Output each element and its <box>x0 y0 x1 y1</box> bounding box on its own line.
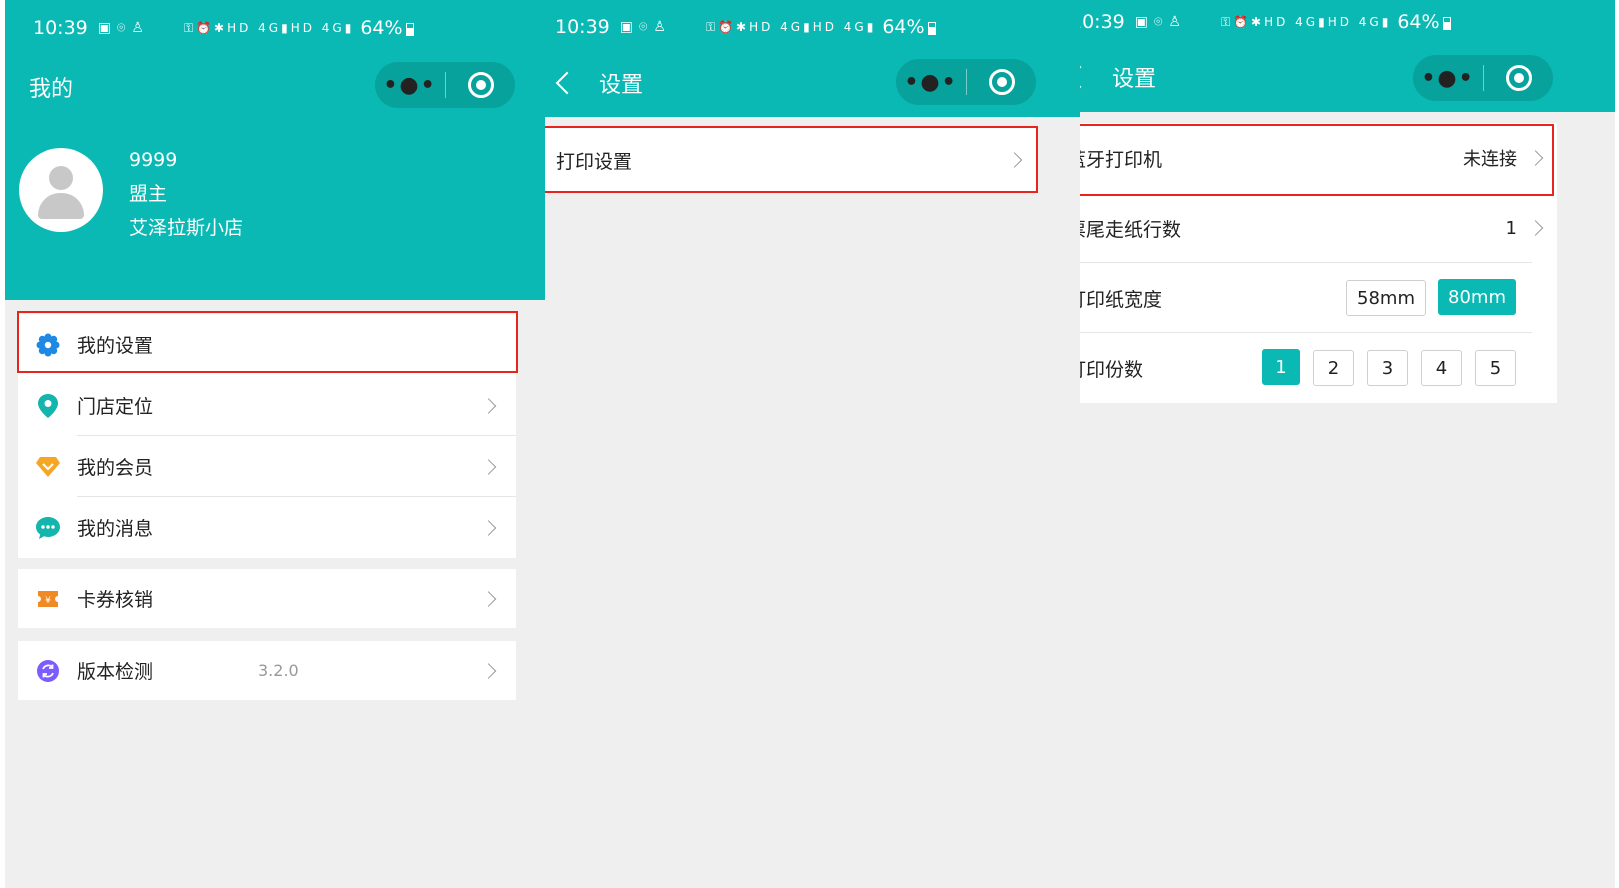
chevron-right-icon <box>1527 150 1544 166</box>
menu-item-version-check[interactable]: 版本检测 3.2.0 <box>18 641 516 700</box>
feed-lines-label: 票尾走纸行数 <box>1080 218 1182 241</box>
chevron-right-icon <box>480 662 497 679</box>
chevron-right-icon <box>1527 220 1544 236</box>
page-title: 设置 <box>1112 67 1157 92</box>
menu-item-store-location[interactable]: 门店定位 <box>18 375 516 436</box>
print-copies-row: 打印份数 1 2 3 4 5 <box>1080 333 1557 403</box>
coupon-menu: ¥ 卡券核销 <box>18 569 516 628</box>
print-copies-label: 打印份数 <box>1080 358 1144 381</box>
menu-item-label: 我的设置 <box>77 335 154 357</box>
copies-option-2[interactable]: 2 <box>1313 350 1354 386</box>
menu-item-my-messages[interactable]: 我的消息 <box>18 497 516 558</box>
copies-option-5[interactable]: 5 <box>1475 350 1516 386</box>
status-time: 10:39 <box>555 16 610 38</box>
mini-program-capsule: •●• <box>375 62 515 108</box>
print-settings-label: 打印设置 <box>556 150 633 173</box>
bluetooth-printer-label: 蓝牙打印机 <box>1080 148 1163 171</box>
battery-level: 64% <box>1397 11 1440 33</box>
feed-lines-row[interactable]: 票尾走纸行数 1 <box>1080 193 1557 263</box>
back-arrow-icon[interactable] <box>1080 65 1092 89</box>
chevron-right-icon <box>480 397 497 414</box>
bluetooth-printer-row[interactable]: 蓝牙打印机 未连接 <box>1080 123 1557 193</box>
more-options-icon[interactable]: •●• <box>896 70 966 95</box>
print-settings-row[interactable]: 打印设置 <box>545 128 1038 192</box>
page-title: 我的 <box>29 77 74 102</box>
menu-item-label: 门店定位 <box>77 396 154 418</box>
battery-icon <box>1442 16 1451 30</box>
my-page-screen: 10:39 ▣⌾♙ ⚿⏰✱HD 4G▮HD 4G▮ 64% 我的 •●• 999… <box>5 0 545 888</box>
chevron-right-icon <box>1006 152 1023 168</box>
print-settings-screen: 10:39 ▣⌾♙ ⚿⏰✱HD 4G▮HD 4G▮ 64% 设置 •●• 蓝牙打… <box>1080 0 1615 888</box>
screenshot-collage: 10:39 ▣⌾♙ ⚿⏰✱HD 4G▮HD 4G▮ 64% 我的 •●• 999… <box>0 0 1619 888</box>
back-arrow-icon[interactable] <box>555 71 579 95</box>
feed-lines-value: 1 <box>1505 217 1517 239</box>
mini-program-capsule: •●• <box>896 59 1036 105</box>
printer-settings-list: 蓝牙打印机 未连接 票尾走纸行数 1 打印纸宽度 58mm 80mm 打印份数 … <box>1080 123 1557 403</box>
menu-item-my-members[interactable]: 我的会员 <box>18 436 516 497</box>
status-time: 10:39 <box>1080 11 1125 33</box>
battery-icon <box>927 21 936 35</box>
diamond-icon <box>35 454 61 480</box>
main-menu: 我的设置 门店定位 我的会员 我的消息 <box>18 314 516 558</box>
battery-icon <box>405 22 414 36</box>
system-icons: ⚿⏰✱HD 4G▮HD 4G▮ <box>1220 14 1392 29</box>
menu-item-label: 卡券核销 <box>77 589 154 611</box>
user-id: 9999 <box>129 149 178 171</box>
battery-level: 64% <box>360 17 403 39</box>
profile-header: 10:39 ▣⌾♙ ⚿⏰✱HD 4G▮HD 4G▮ 64% 我的 •●• 999… <box>5 0 545 300</box>
close-program-icon[interactable] <box>1484 65 1553 91</box>
mini-program-capsule: •●• <box>1413 55 1553 101</box>
ticket-icon: ¥ <box>35 586 61 612</box>
menu-item-label: 我的消息 <box>77 518 154 540</box>
version-number: 3.2.0 <box>258 661 299 680</box>
paper-width-row: 打印纸宽度 58mm 80mm <box>1080 263 1557 333</box>
store-name: 艾泽拉斯小店 <box>129 217 244 239</box>
more-options-icon[interactable]: •●• <box>1413 66 1483 91</box>
close-program-icon[interactable] <box>967 69 1036 95</box>
menu-item-my-settings[interactable]: 我的设置 <box>18 314 516 375</box>
menu-item-coupon-redeem[interactable]: ¥ 卡券核销 <box>18 569 516 628</box>
status-bar: 10:39 ▣⌾♙ ⚿⏰✱HD 4G▮HD 4G▮ 64% <box>1080 0 1615 44</box>
profile-info: 9999 盟主 艾泽拉斯小店 <box>129 143 243 245</box>
close-program-icon[interactable] <box>446 72 515 98</box>
menu-item-label: 我的会员 <box>77 457 154 479</box>
location-pin-icon <box>35 393 61 419</box>
chevron-right-icon <box>480 590 497 607</box>
header: 10:39 ▣⌾♙ ⚿⏰✱HD 4G▮HD 4G▮ 64% 设置 •●• <box>545 0 1080 117</box>
settings-screen: 10:39 ▣⌾♙ ⚿⏰✱HD 4G▮HD 4G▮ 64% 设置 •●• 打印设… <box>545 0 1080 888</box>
header: 10:39 ▣⌾♙ ⚿⏰✱HD 4G▮HD 4G▮ 64% 设置 •●• <box>1080 0 1615 112</box>
notification-icons: ▣⌾♙ <box>1134 14 1187 30</box>
svg-text:¥: ¥ <box>45 596 51 606</box>
chevron-right-icon <box>480 519 497 536</box>
system-icons: ⚿⏰✱HD 4G▮HD 4G▮ <box>183 20 355 35</box>
battery-level: 64% <box>882 16 925 38</box>
menu-item-label: 版本检测 <box>77 661 154 683</box>
paper-width-80mm-option[interactable]: 80mm <box>1438 279 1516 315</box>
user-role: 盟主 <box>129 183 168 205</box>
copies-option-1[interactable]: 1 <box>1262 349 1300 385</box>
refresh-icon <box>35 658 61 684</box>
paper-width-58mm-option[interactable]: 58mm <box>1346 280 1426 316</box>
status-time: 10:39 <box>33 17 88 39</box>
chevron-right-icon <box>480 458 497 475</box>
copies-option-4[interactable]: 4 <box>1421 350 1462 386</box>
gear-icon <box>35 332 61 358</box>
notification-icons: ▣⌾♙ <box>97 20 150 36</box>
bluetooth-status: 未连接 <box>1463 149 1517 170</box>
chat-bubble-icon <box>35 515 61 541</box>
copies-option-3[interactable]: 3 <box>1367 350 1408 386</box>
avatar[interactable] <box>19 148 103 232</box>
status-bar: 10:39 ▣⌾♙ ⚿⏰✱HD 4G▮HD 4G▮ 64% <box>5 0 545 56</box>
notification-icons: ▣⌾♙ <box>619 19 672 35</box>
more-options-icon[interactable]: •●• <box>375 73 445 98</box>
page-title: 设置 <box>599 73 644 98</box>
paper-width-label: 打印纸宽度 <box>1080 288 1163 311</box>
status-bar: 10:39 ▣⌾♙ ⚿⏰✱HD 4G▮HD 4G▮ 64% <box>545 0 1080 54</box>
system-icons: ⚿⏰✱HD 4G▮HD 4G▮ <box>705 19 877 34</box>
version-menu: 版本检测 3.2.0 <box>18 641 516 700</box>
